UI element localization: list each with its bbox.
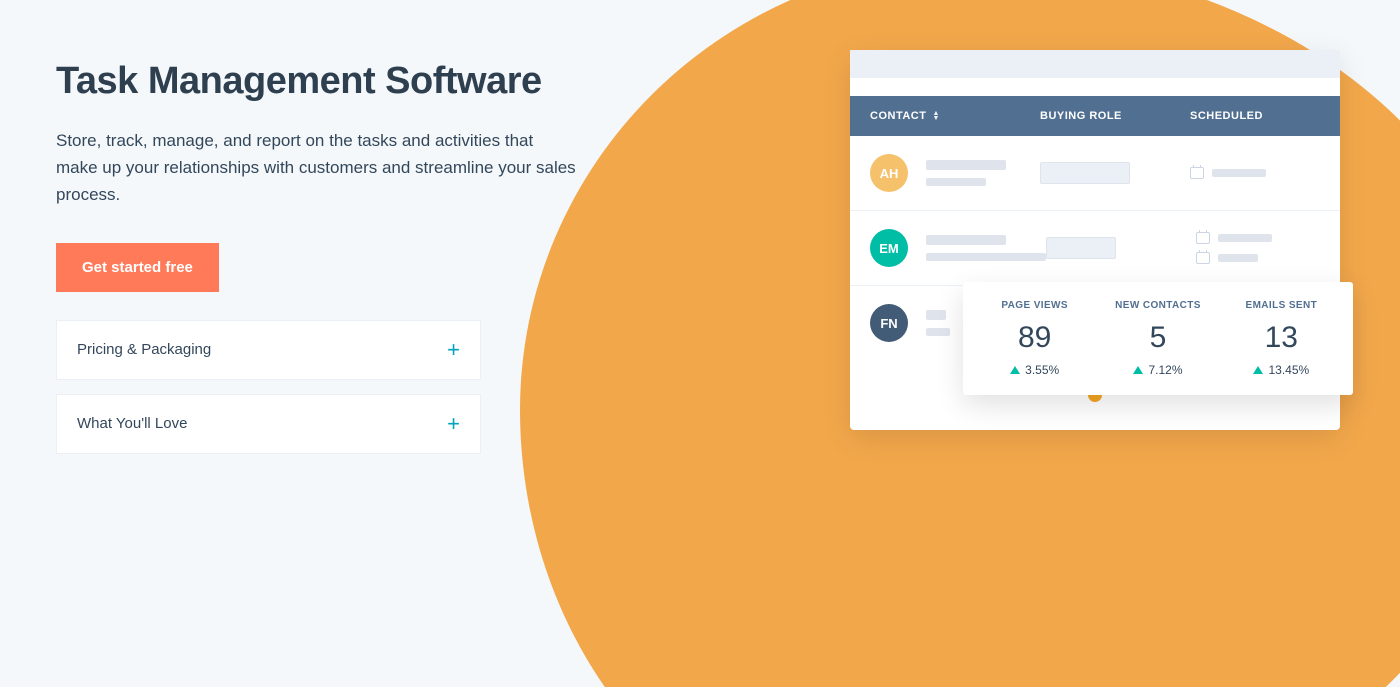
plus-icon: +: [447, 413, 460, 435]
accordion-item-pricing[interactable]: Pricing & Packaging +: [56, 320, 481, 380]
accordion-label: Pricing & Packaging: [77, 341, 211, 358]
page-description: Store, track, manage, and report on the …: [56, 127, 576, 209]
accordion-label: What You'll Love: [77, 415, 187, 432]
plus-icon: +: [447, 339, 460, 361]
get-started-button[interactable]: Get started free: [56, 243, 219, 292]
accordion-item-what-youll-love[interactable]: What You'll Love +: [56, 394, 481, 454]
page-title: Task Management Software: [56, 60, 596, 103]
hero-section: Task Management Software Store, track, m…: [56, 60, 596, 454]
